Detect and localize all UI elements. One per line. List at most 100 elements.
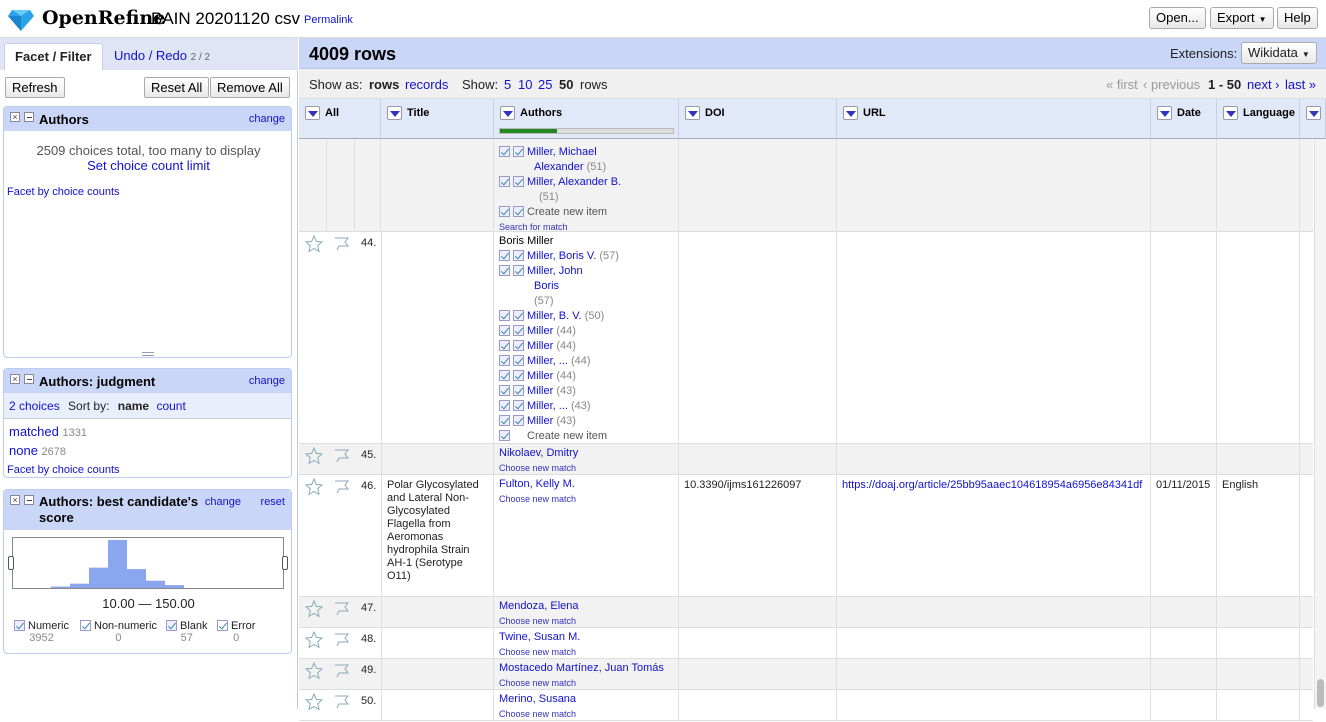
create-new-label[interactable]: Create new item: [527, 430, 607, 442]
permalink-link[interactable]: Permalink: [304, 14, 353, 26]
facet-choice[interactable]: none 2678: [9, 443, 66, 458]
minimize-icon[interactable]: [24, 495, 34, 505]
candidate-name2[interactable]: Boris: [534, 280, 559, 292]
match-all-icon[interactable]: [513, 385, 524, 396]
candidate-name[interactable]: Miller, Michael: [527, 146, 597, 158]
match-all-icon[interactable]: [513, 400, 524, 411]
checkbox-unchecked-icon[interactable]: [217, 620, 228, 631]
error-check[interactable]: Error 0: [217, 620, 255, 644]
flag-icon[interactable]: [333, 631, 351, 647]
candidate-name[interactable]: Miller, Boris V.: [527, 250, 596, 262]
change-link[interactable]: change: [249, 113, 285, 125]
match-check-icon[interactable]: [499, 265, 510, 276]
match-check-icon[interactable]: [499, 370, 510, 381]
diamond-logo-icon[interactable]: [8, 8, 34, 32]
matched-author[interactable]: Nikolaev, Dmitry: [499, 446, 673, 461]
match-check-icon[interactable]: [499, 250, 510, 261]
numeric-check[interactable]: Numeric 3952: [14, 620, 69, 644]
candidate-name2[interactable]: Alexander: [534, 161, 584, 173]
candidate-name[interactable]: Miller: [527, 385, 553, 397]
reset-all-button[interactable]: Reset All: [144, 77, 210, 98]
dropdown-arrow-icon[interactable]: [685, 106, 700, 120]
column-header-title[interactable]: Title: [381, 99, 494, 139]
match-all-icon[interactable]: [513, 370, 524, 381]
candidate-name[interactable]: Miller, ...: [527, 400, 568, 412]
change-link[interactable]: change: [205, 496, 241, 508]
project-name[interactable]: BAIN 20201120 csv: [151, 9, 300, 29]
flag-icon[interactable]: [333, 600, 351, 616]
checkbox-checked-icon[interactable]: [14, 620, 25, 631]
candidate-name[interactable]: Miller, Alexander B.: [527, 176, 621, 188]
page-size-50[interactable]: 50: [559, 77, 573, 92]
choice-label[interactable]: none: [9, 443, 38, 458]
match-all-icon[interactable]: [513, 415, 524, 426]
column-header-next[interactable]: [1300, 99, 1326, 139]
match-all-icon[interactable]: [513, 206, 524, 217]
column-header-doi[interactable]: DOI: [679, 99, 837, 139]
close-icon[interactable]: ×: [10, 374, 20, 384]
search-for-match-link[interactable]: Search for match: [499, 220, 673, 231]
match-all-icon[interactable]: [513, 355, 524, 366]
flag-icon[interactable]: [333, 478, 351, 494]
last-link[interactable]: last »: [1285, 77, 1316, 92]
match-check-icon[interactable]: [499, 146, 510, 157]
star-icon[interactable]: [305, 693, 323, 711]
match-all-icon[interactable]: [513, 250, 524, 261]
match-check-icon[interactable]: [499, 325, 510, 336]
choices-count[interactable]: 2 choices: [9, 399, 60, 413]
match-check-icon[interactable]: [499, 206, 510, 217]
star-icon[interactable]: [305, 600, 323, 618]
dropdown-arrow-icon[interactable]: [387, 106, 402, 120]
match-check-icon[interactable]: [499, 340, 510, 351]
facet-by-counts-link[interactable]: Facet by choice counts: [7, 186, 120, 198]
flag-icon[interactable]: [333, 447, 351, 463]
dropdown-arrow-icon[interactable]: [843, 106, 858, 120]
sort-count[interactable]: count: [156, 399, 185, 413]
page-size-5[interactable]: 5: [504, 77, 511, 92]
flag-icon[interactable]: [333, 235, 351, 251]
matched-author[interactable]: Mostacedo Martínez, Juan Tomás: [499, 661, 673, 676]
export-button[interactable]: Export ▼: [1210, 7, 1274, 29]
matched-author[interactable]: Fulton, Kelly M.: [499, 477, 673, 492]
column-header-language[interactable]: Language: [1217, 99, 1300, 139]
previous-link[interactable]: ‹ previous: [1143, 77, 1200, 92]
histogram[interactable]: [8, 537, 288, 589]
non-numeric-check[interactable]: Non-numeric 0: [80, 620, 157, 644]
dropdown-arrow-icon[interactable]: [500, 106, 515, 120]
close-icon[interactable]: ×: [10, 112, 20, 122]
sort-name[interactable]: name: [118, 399, 149, 413]
column-header-date[interactable]: Date: [1151, 99, 1217, 139]
match-check-icon[interactable]: [499, 310, 510, 321]
choice-label[interactable]: matched: [9, 424, 59, 439]
choose-new-match-link[interactable]: Choose new match: [499, 614, 673, 629]
facet-choice[interactable]: matched 1331: [9, 424, 87, 439]
star-icon[interactable]: [305, 631, 323, 649]
matched-author[interactable]: Mendoza, Elena: [499, 599, 673, 614]
match-all-icon[interactable]: [499, 430, 510, 441]
match-check-icon[interactable]: [499, 355, 510, 366]
extensions-dropdown[interactable]: Wikidata ▼: [1241, 42, 1317, 64]
first-link[interactable]: « first: [1106, 77, 1138, 92]
star-icon[interactable]: [305, 662, 323, 680]
checkbox-unchecked-icon[interactable]: [80, 620, 91, 631]
facet-by-counts-link[interactable]: Facet by choice counts: [7, 464, 120, 476]
resize-handle[interactable]: [142, 352, 154, 356]
remove-all-button[interactable]: Remove All: [210, 77, 290, 98]
view-rows[interactable]: rows: [369, 77, 399, 92]
dropdown-arrow-icon[interactable]: [1223, 106, 1238, 120]
match-all-icon[interactable]: [513, 340, 524, 351]
next-link[interactable]: next ›: [1247, 77, 1280, 92]
candidate-name[interactable]: Miller, John: [527, 265, 583, 277]
tab-facet-filter[interactable]: Facet / Filter: [4, 43, 103, 70]
create-new-label[interactable]: Create new item: [527, 206, 607, 218]
candidate-name[interactable]: Miller, ...: [527, 355, 568, 367]
match-all-icon[interactable]: [513, 265, 524, 276]
reset-link[interactable]: reset: [261, 496, 285, 508]
help-button[interactable]: Help: [1277, 7, 1318, 29]
range-handle-left[interactable]: [8, 556, 14, 570]
choose-new-match-link[interactable]: Choose new match: [499, 645, 673, 660]
column-header-authors[interactable]: Authors: [494, 99, 679, 139]
vertical-scrollbar[interactable]: [1314, 139, 1326, 709]
matched-author[interactable]: Twine, Susan M.: [499, 630, 673, 645]
candidate-name[interactable]: Miller: [527, 370, 553, 382]
